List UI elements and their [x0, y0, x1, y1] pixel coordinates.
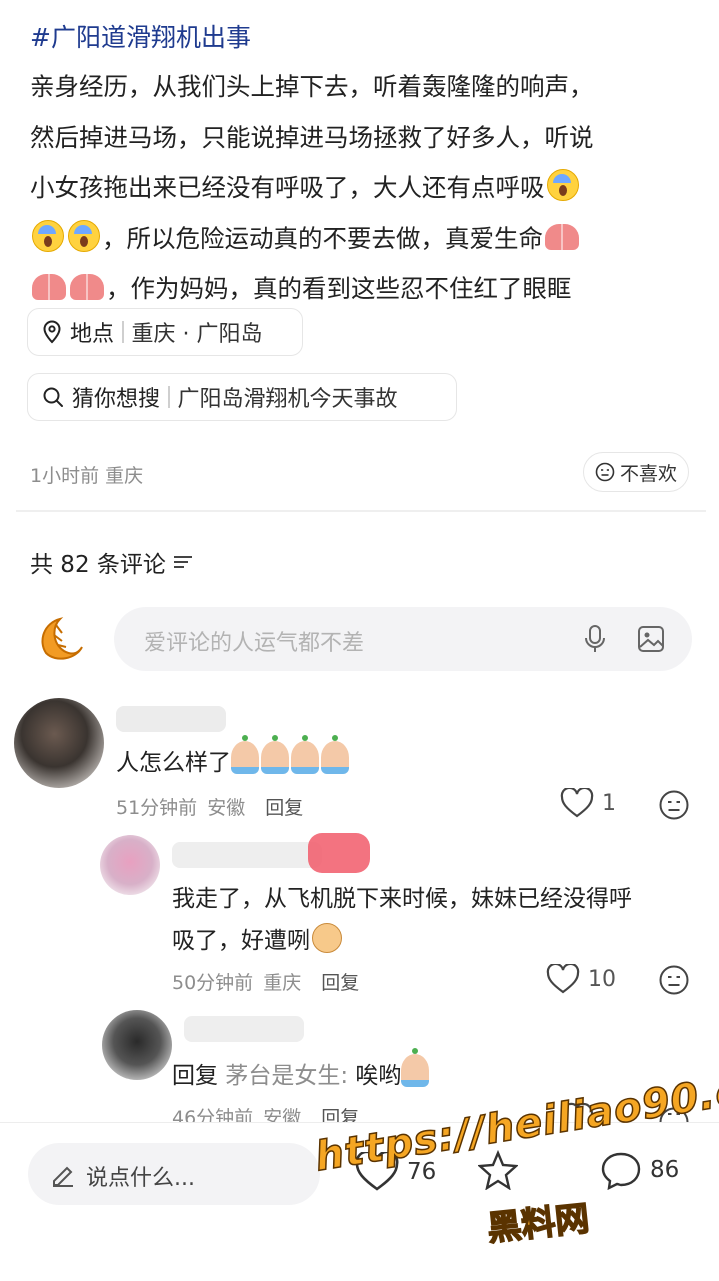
author-badge [308, 833, 370, 873]
pray-hands-emoji-icon [32, 274, 66, 300]
comment-input-placeholder: 爱评论的人运气都不差 [144, 631, 365, 656]
like-button[interactable]: 10 [546, 964, 616, 994]
search-value: 广阳岛滑翔机今天事故 [177, 387, 398, 412]
crying-baby-emoji-icon [231, 735, 259, 774]
crying-baby-emoji-icon [401, 1048, 430, 1087]
dislike-label: 不喜欢 [619, 462, 677, 485]
neutral-face-icon[interactable] [658, 789, 690, 821]
image-icon[interactable] [637, 625, 665, 653]
comment-author[interactable] [172, 842, 322, 868]
location-chip[interactable]: 地点 重庆 · 广阳岛 [27, 308, 303, 356]
chip-divider [168, 386, 170, 408]
comment-count-header: 共 82 条评论 [30, 545, 194, 579]
like-count: 1 [602, 790, 616, 816]
avatar[interactable] [100, 835, 160, 895]
comment-meta: 51分钟前 安徽 回复 [116, 793, 313, 820]
say-something-input[interactable]: 说点什么... [28, 1143, 320, 1205]
chip-divider [122, 321, 124, 343]
heart-icon [546, 964, 580, 994]
comment-author[interactable] [116, 706, 226, 732]
neutral-face-icon [595, 462, 615, 482]
location-label: 地点 [70, 322, 115, 347]
avatar[interactable] [14, 698, 104, 788]
post-meta: 1小时前 重庆 [30, 461, 143, 488]
like-count: 10 [588, 966, 616, 992]
croissant-avatar-icon [36, 613, 86, 663]
favorite-star-icon[interactable] [478, 1150, 518, 1190]
post-line: ，作为妈妈，真的看到这些忍不住红了眼眶 [30, 264, 670, 315]
post-comment-button[interactable]: 86 [600, 1150, 679, 1190]
search-label: 猜你想搜 [72, 387, 161, 412]
sort-filter-icon[interactable] [172, 553, 194, 571]
comment-author[interactable] [184, 1016, 304, 1042]
post-time: 1小时前 [30, 465, 100, 487]
comment-region: 安徽 [207, 797, 246, 819]
neutral-face-icon[interactable] [658, 964, 690, 996]
location-pin-icon [42, 320, 62, 344]
comment-region: 重庆 [263, 972, 302, 994]
post-line: 然后掉进马场，只能说掉进马场拯救了好多人，听说 [30, 122, 594, 152]
scream-emoji-icon [68, 219, 100, 252]
comment-count: 共 82 条评论 [30, 552, 166, 578]
comment-time: 51分钟前 [116, 797, 198, 819]
comment-text: 人怎么样了 [116, 735, 351, 784]
post-region: 重庆 [105, 465, 144, 487]
reply-button[interactable]: 回复 [321, 972, 359, 994]
pencil-icon [50, 1161, 76, 1187]
comment-text: 我走了，从飞机脱下来时候，妹妹已经没得呼 吸了，好遭咧 [172, 886, 632, 954]
comment-meta: 50分钟前 重庆 回复 [172, 968, 369, 995]
smirk-emoji-icon [312, 923, 342, 953]
comment-time: 50分钟前 [172, 972, 254, 994]
suggested-search-chip[interactable]: 猜你想搜 广阳岛滑翔机今天事故 [27, 373, 457, 421]
avatar[interactable] [102, 1010, 172, 1080]
heart-icon [560, 788, 594, 818]
reply-prefix: 回复 [172, 1063, 218, 1089]
scream-emoji-icon [546, 169, 579, 201]
comment-text: 回复 茅台是女生: 唉哟 [172, 1048, 431, 1097]
reply-target[interactable]: 茅台是女生: [225, 1063, 348, 1089]
post-line: ，所以危险运动真的不要去做，真爱生命 [30, 214, 670, 265]
dislike-button[interactable]: 不喜欢 [583, 452, 689, 492]
post-line: 小女孩拖出来已经没有呼吸了，大人还有点呼吸 [30, 163, 670, 214]
like-button[interactable]: 1 [560, 788, 616, 818]
post-body: 亲身经历，从我们头上掉下去，听着轰隆隆的响声， 然后掉进马场，只能说掉进马场拯救… [30, 62, 670, 315]
scream-emoji-icon [32, 219, 64, 252]
comment-input-bar[interactable]: 爱评论的人运气都不差 [114, 607, 692, 671]
post-comment-count: 86 [650, 1157, 680, 1183]
post-line: 亲身经历，从我们头上掉下去，听着轰隆隆的响声， [30, 72, 594, 101]
say-placeholder: 说点什么... [86, 1166, 195, 1191]
topic-hashtag[interactable]: #广阳道滑翔机出事 [30, 18, 251, 54]
crying-baby-emoji-icon [321, 735, 349, 774]
crying-baby-emoji-icon [261, 735, 289, 774]
reply-button[interactable]: 回复 [265, 797, 303, 819]
pray-hands-emoji-icon [545, 223, 579, 250]
microphone-icon[interactable] [584, 624, 606, 654]
search-icon [42, 386, 64, 408]
section-divider [16, 510, 706, 512]
location-value: 重庆 · 广阳岛 [131, 322, 263, 347]
crying-baby-emoji-icon [291, 735, 319, 774]
pray-hands-emoji-icon [70, 274, 104, 300]
comment-bubble-icon [600, 1150, 642, 1190]
